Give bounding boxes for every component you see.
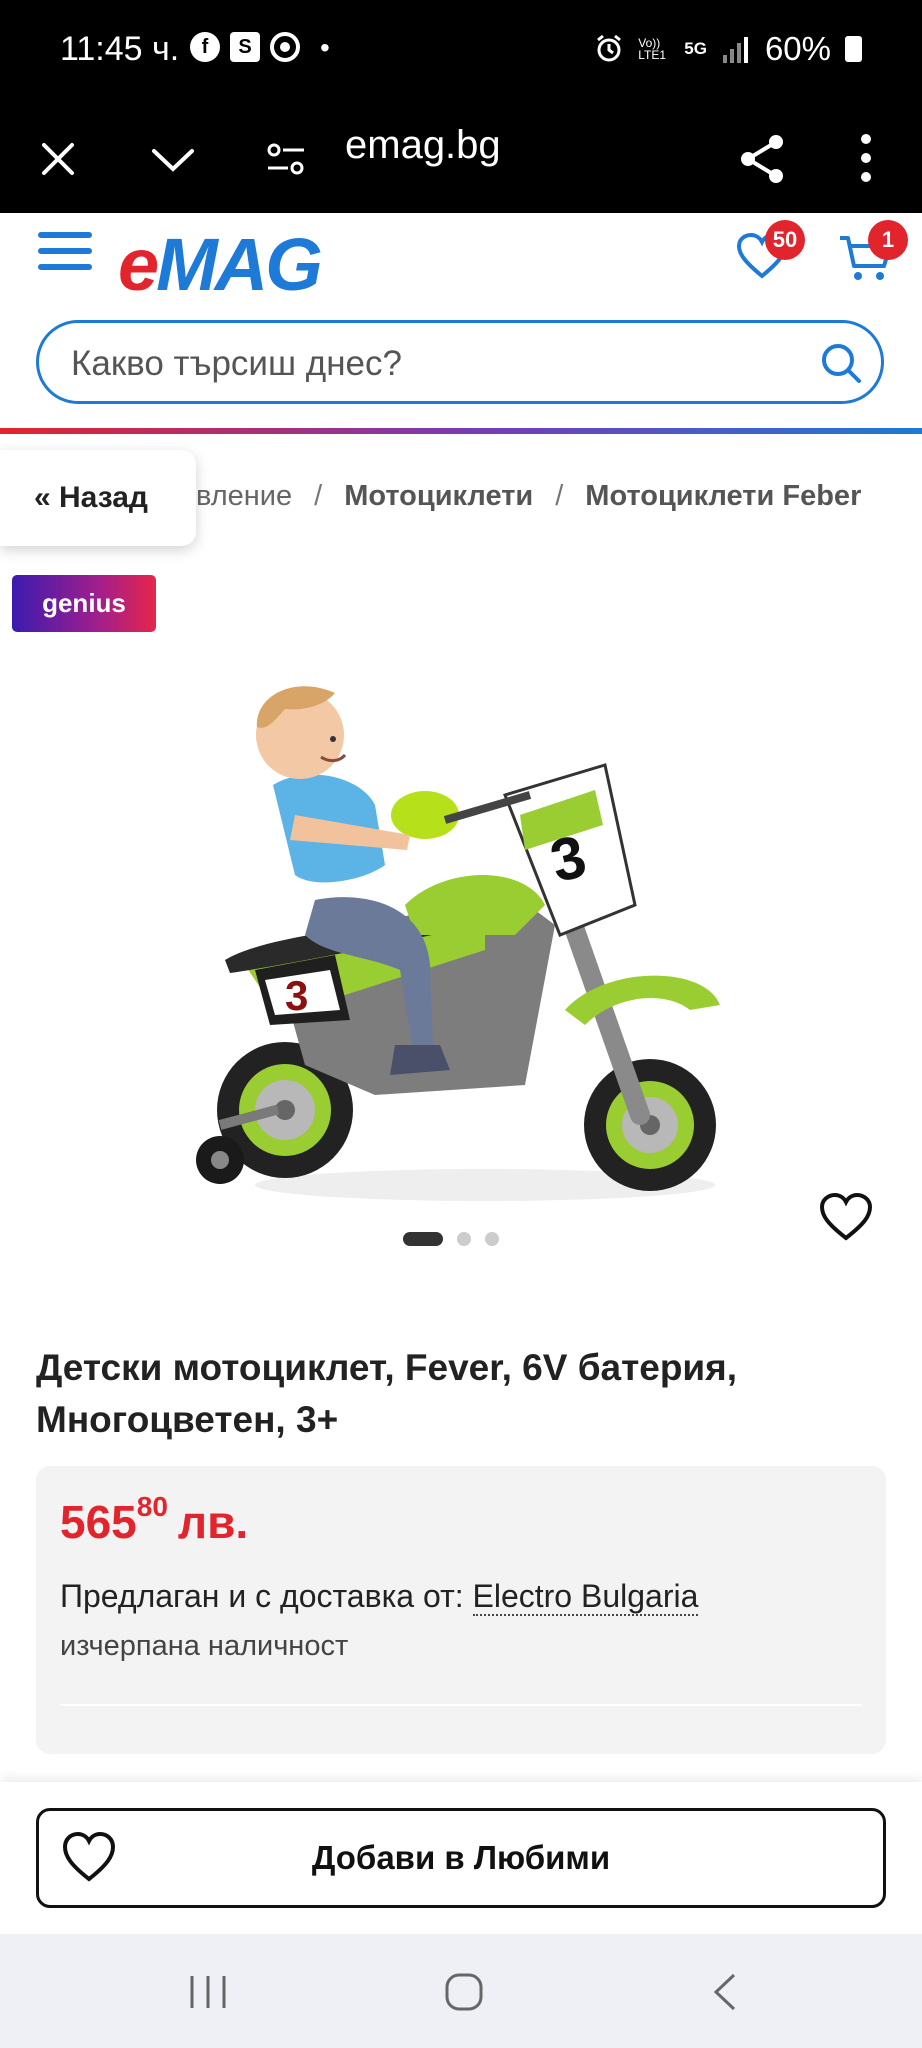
status-bar: 11:45 ч. f S • Vo)) LTE1 5G 60%: [0, 0, 922, 103]
battery-percent: 60%: [764, 30, 831, 67]
signal-icon: [722, 37, 748, 63]
recent-apps-icon[interactable]: [188, 1974, 228, 2010]
browser-toolbar: emag.bg: [0, 103, 922, 213]
battery-icon: [845, 36, 862, 62]
add-to-favorites-label: Добави в Любими: [311, 1839, 611, 1876]
close-icon[interactable]: [40, 141, 76, 177]
more-vertical-icon[interactable]: [860, 133, 872, 183]
gallery-dot-active[interactable]: [403, 1232, 443, 1246]
wishlist-heart-icon[interactable]: [818, 1192, 874, 1242]
gallery-pagination[interactable]: [403, 1232, 499, 1246]
search-input[interactable]: [69, 341, 813, 387]
breadcrumb: вление / Мотоциклети / Мотоциклети Feber: [196, 480, 862, 512]
search-icon[interactable]: [819, 341, 863, 385]
status-left-icons: f S: [190, 32, 300, 62]
android-nav-bar: [0, 1934, 922, 2048]
status-time: 11:45 ч.: [60, 30, 180, 68]
favorites-count-badge: 50: [765, 220, 805, 260]
chevron-down-icon[interactable]: [150, 147, 196, 173]
seller-info: Предлаган и с доставка от: Electro Bulga…: [60, 1578, 699, 1616]
status-right-icons: Vo)) LTE1 5G 60%: [594, 30, 862, 68]
price-cents: 80: [136, 1491, 168, 1522]
breadcrumb-motorcycles-feber[interactable]: Мотоциклети Feber: [585, 480, 861, 512]
site-settings-icon[interactable]: [266, 141, 306, 177]
heart-outline-icon: [62, 1831, 116, 1882]
product-title: Детски мотоциклет, Fever, 6V батерия, Мн…: [36, 1347, 738, 1440]
availability-status: изчерпана наличност: [60, 1630, 349, 1662]
back-nav-icon[interactable]: [710, 1972, 738, 2012]
header-divider: [0, 428, 922, 434]
share-icon[interactable]: [738, 133, 786, 185]
genius-badge: genius: [12, 575, 156, 632]
alarm-icon: [597, 34, 622, 62]
breadcrumb-motorcycles[interactable]: Мотоциклети: [344, 480, 533, 512]
seller-link[interactable]: Electro Bulgaria: [472, 1578, 699, 1616]
url-text[interactable]: emag.bg: [345, 123, 501, 168]
camera-app-icon: [270, 32, 300, 62]
add-to-favorites-button[interactable]: Добави в Любими: [36, 1808, 886, 1908]
gallery-dot[interactable]: [457, 1232, 471, 1246]
5g-icon: 5G: [684, 39, 707, 58]
facebook-icon: f: [190, 32, 220, 62]
price-main: 565: [60, 1496, 137, 1548]
status-dot: •: [320, 32, 330, 63]
s-app-icon: S: [230, 32, 260, 62]
back-button[interactable]: « Назад: [0, 450, 196, 546]
cart-count-badge: 1: [868, 220, 908, 260]
price-box-divider: [60, 1704, 862, 1706]
gallery-dot[interactable]: [485, 1232, 499, 1246]
menu-icon[interactable]: [38, 232, 92, 280]
product-price: 56580 лв.: [60, 1491, 249, 1549]
seller-prefix: Предлаган и с доставка от:: [60, 1578, 473, 1614]
volte-icon: Vo)) LTE1: [638, 36, 667, 62]
home-icon[interactable]: [444, 1972, 484, 2012]
side-plate-number: 3: [285, 972, 308, 1019]
product-image[interactable]: 3 3: [185, 665, 735, 1210]
price-currency: лв.: [177, 1496, 249, 1548]
emag-logo[interactable]: eMAG: [118, 222, 323, 307]
breadcrumb-partial[interactable]: вление: [196, 480, 292, 512]
search-bar[interactable]: [36, 320, 884, 404]
